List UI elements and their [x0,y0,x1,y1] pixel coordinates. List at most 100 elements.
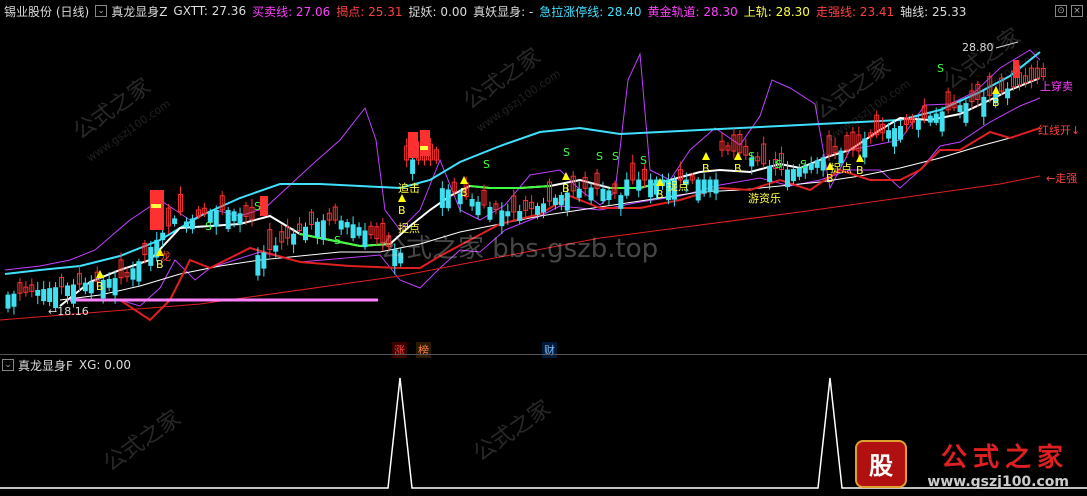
candle-down [47,288,53,302]
candle-down [1005,88,1011,99]
candle-up-large [420,130,430,156]
candle-down [303,226,308,241]
header-item: GXTT: 27.36 [173,4,247,18]
candle-down [320,220,326,240]
panel-settings-button[interactable]: ⊙ [1055,5,1067,17]
candle-down [314,221,320,238]
indicator-header: 锡业股份 (日线) ⌄ 真龙显身Z GXTT: 27.36 买卖线: 27.06… [0,2,972,20]
buy-label: B [460,186,468,199]
candle-down [356,227,362,236]
candle-down [11,293,17,307]
candle-down [552,197,558,206]
candle-down [588,187,594,201]
sell-label: S [334,234,341,247]
candle-down [35,290,41,296]
signal-chart[interactable]: 公式之家 公式之家 [0,372,1087,496]
panel-close-button[interactable]: × [1071,5,1083,17]
buy-label: B [734,162,742,175]
candle-down [505,211,511,217]
catch-label: 捉点 [830,161,852,175]
main-chart[interactable]: BBBB B BB BBBBSSSSS S S S SS SS←18.1628.80上穿卖红线开… [0,20,1087,340]
candle-down [350,224,356,239]
logo-name: 公式之家 [940,443,1069,473]
candle-down [927,115,933,123]
buy-label: B [992,96,1000,109]
candle-down [606,190,612,200]
candle-down [499,210,505,227]
event-cai[interactable]: 财 [542,342,557,358]
panel-divider[interactable] [0,354,1087,355]
candle-down [82,282,88,292]
candle-down [410,159,416,174]
candle-down [892,128,898,147]
sell-label: S [775,158,782,171]
catch-label: 捉点 [667,179,689,193]
candle-down [564,192,570,211]
low-price-label: ←18.16 [48,305,89,318]
candle-down [255,255,261,276]
candle-down [184,221,189,228]
candle-down [939,111,945,132]
candle-down [344,222,350,228]
candle-down [636,179,642,191]
candle-down [713,179,719,194]
candle-down [65,285,70,297]
candle-down [172,218,178,224]
candle-down [261,252,267,269]
logo-badge: 股 [855,440,907,488]
header-item: 揭点: 25.31 [336,4,403,19]
candle-down [338,220,344,230]
buy-label: B [562,182,570,195]
candle-down [820,157,826,171]
candle-down [106,279,112,288]
candle-down [898,126,903,140]
candle-down [701,179,707,194]
event-bang[interactable]: 榜 [416,342,431,358]
stock-name[interactable]: 锡业股份 (日线) [4,3,89,20]
candle-down [933,113,939,123]
logo-url: www.gszj100.com [927,474,1069,490]
candle-down [231,211,237,222]
sub-indicator-name[interactable]: 真龙显身F [18,357,73,374]
candle-down [225,209,231,230]
strong-label: ←走强 [1046,172,1077,185]
red-line-label: 红线开↓ [1038,123,1080,137]
candle-down [576,188,582,198]
candle-down [291,233,297,245]
candle-down [862,138,868,158]
indicator-name[interactable]: 真龙显身Z [111,3,167,20]
header-item: 捉妖: 0.00 [408,4,468,19]
sell-label: S [205,220,212,233]
rise-sell-label: 上穿卖 [1040,79,1073,93]
watermark-center: 公式之家 bbs.gszb.top [380,234,659,264]
sell-label: S [612,150,619,163]
candle-down [517,211,523,221]
buy-label: B [702,162,710,175]
candle-down [784,169,790,188]
candle-down [88,281,94,294]
candle-down [886,130,892,139]
candle-down [915,119,921,130]
candle-down [237,213,243,225]
sub-indicator-toggle[interactable]: ⌄ [2,359,14,371]
candle-down [130,268,136,280]
candle-down [273,245,279,252]
candle-marker [151,204,161,208]
candle-down [618,195,624,209]
capital-label: 游资乐 [748,192,781,205]
candle-down [487,206,493,220]
indicator-toggle[interactable]: ⌄ [95,5,108,17]
chart-background [0,20,1087,340]
candle-down [136,261,142,282]
candle-up-large [260,196,268,216]
candle-down [808,163,814,170]
candle-down [981,96,987,117]
event-zhang[interactable]: 涨 [392,342,407,358]
chase-label: 追击 [398,181,420,195]
candle-down [707,179,713,193]
sell-label: S [596,150,603,163]
candle-down [535,205,541,215]
candle-down [41,289,47,302]
candle-down [112,278,118,296]
header-item: 买卖线: 27.06 [252,4,331,19]
